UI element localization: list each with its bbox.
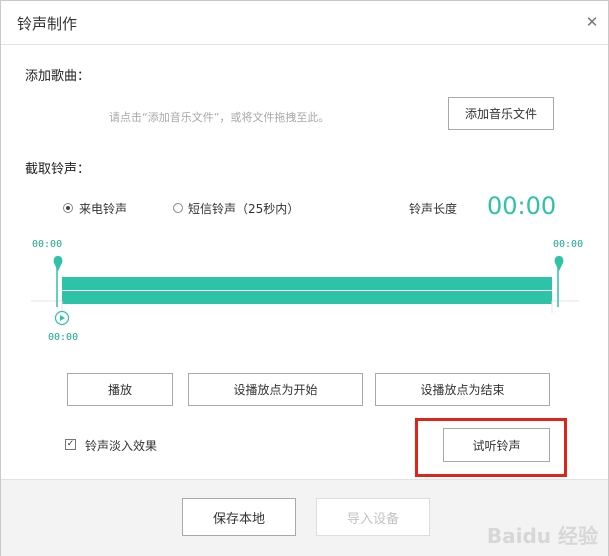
- waveform-area[interactable]: [31, 231, 579, 313]
- set-start-button[interactable]: 设播放点为开始: [188, 373, 363, 406]
- fade-in-label: 铃声淡入效果: [85, 439, 158, 453]
- import-device-button[interactable]: 导入设备: [316, 498, 430, 536]
- ringtone-length-label: 铃声长度: [409, 202, 458, 216]
- ringtone-dialog: 铃声制作 ✕ 添加歌曲： 请点击“添加音乐文件”，或将文件拖拽至此。 添加音乐文…: [0, 0, 609, 556]
- highlight-box: [415, 418, 567, 477]
- ringtone-length-value: 00:00: [487, 192, 557, 220]
- waveform-track: [31, 265, 579, 313]
- start-marker-icon[interactable]: [51, 255, 65, 273]
- radio-sms-ringtone[interactable]: [173, 203, 183, 213]
- set-end-button[interactable]: 设播放点为结束: [375, 373, 550, 406]
- clip-ringtone-label: 截取铃声：: [25, 162, 91, 177]
- play-head-time: 00:00: [48, 332, 79, 343]
- end-marker-icon[interactable]: [552, 255, 566, 273]
- baidu-watermark: Baidu 经验: [486, 524, 598, 548]
- play-head-icon[interactable]: [54, 310, 70, 326]
- radio-call-ringtone-label: 来电铃声: [79, 202, 128, 216]
- radio-call-ringtone[interactable]: [63, 203, 73, 213]
- fade-in-checkbox[interactable]: ✓: [65, 439, 76, 450]
- add-song-hint: 请点击“添加音乐文件”，或将文件拖拽至此。: [109, 111, 330, 124]
- save-local-button[interactable]: 保存本地: [182, 498, 296, 536]
- add-song-label: 添加歌曲：: [25, 69, 91, 84]
- dialog-title: 铃声制作: [17, 15, 78, 33]
- play-button[interactable]: 播放: [67, 373, 173, 406]
- add-music-file-button[interactable]: 添加音乐文件: [448, 97, 554, 130]
- radio-sms-ringtone-label: 短信铃声（25秒内）: [188, 202, 300, 216]
- title-bar: 铃声制作 ✕: [1, 1, 608, 45]
- close-icon[interactable]: ✕: [583, 13, 601, 31]
